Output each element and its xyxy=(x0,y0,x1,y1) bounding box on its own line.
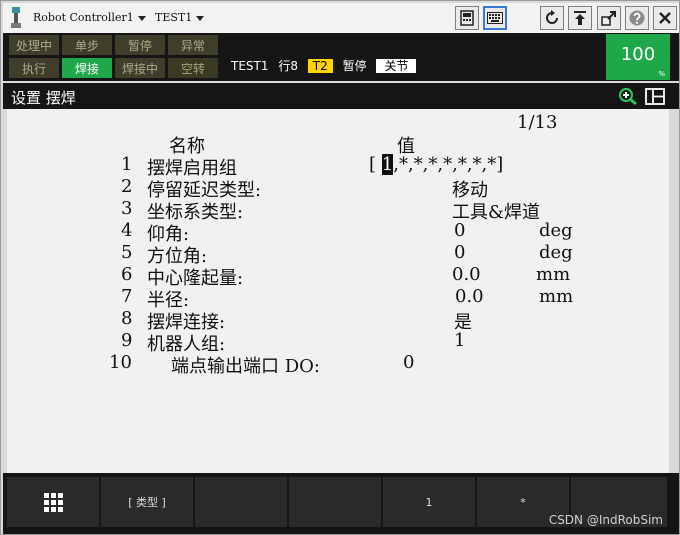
arrow-top-icon xyxy=(574,11,586,25)
led-run: 执行 xyxy=(9,58,59,78)
row-number: 4 xyxy=(121,220,133,241)
status-state: 暂停 xyxy=(342,59,367,73)
f2-button[interactable] xyxy=(195,477,287,527)
pendant-window: Robot Controller1 TEST1 处理中 单步 暂停 异常 执行 … xyxy=(0,0,680,535)
screen-title: 设置 摆焊 xyxy=(11,89,76,107)
row-value[interactable]: 0.0 xyxy=(452,264,481,285)
row-value[interactable]: 0 xyxy=(403,352,414,373)
watermark: CSDN @IndRobSim xyxy=(548,513,663,527)
teach-pendant-icon xyxy=(460,10,474,26)
window-arrow-icon xyxy=(601,11,616,26)
row-unit: deg xyxy=(539,220,573,241)
row-number: 8 xyxy=(121,308,133,329)
chevron-down-icon xyxy=(137,15,146,21)
row-value[interactable]: 0 xyxy=(454,220,465,241)
status-program: TEST1 xyxy=(231,59,269,73)
page-indicator: 1/13 xyxy=(517,112,558,133)
f1-type-button[interactable]: [ 类型 ] xyxy=(101,477,193,527)
chevron-down-icon xyxy=(196,15,205,21)
led-dry-run: 空转 xyxy=(168,58,218,78)
status-panel: 处理中 单步 暂停 异常 执行 焊接 焊接中 空转 TEST1 行8 T2 暂停… xyxy=(3,33,679,81)
group-mask-value[interactable]: [ 1,*,*,*,*,*,*,*] xyxy=(369,154,503,175)
led-welding: 焊接中 xyxy=(115,58,165,78)
led-busy: 处理中 xyxy=(9,35,59,55)
f3-button[interactable] xyxy=(289,477,381,527)
led-hold: 暂停 xyxy=(115,35,165,55)
group-mask-rest: ,*,*,*,*,*,*,* xyxy=(393,154,497,175)
title-bar: Robot Controller1 TEST1 xyxy=(3,3,679,33)
row-unit: mm xyxy=(539,286,574,307)
value-cursor[interactable]: 1 xyxy=(381,154,394,175)
row-number: 10 xyxy=(109,352,132,373)
row-number: 2 xyxy=(121,176,133,197)
led-fault: 异常 xyxy=(168,35,218,55)
controller-name: Robot Controller1 xyxy=(33,11,134,24)
row-number: 7 xyxy=(121,286,133,307)
keyboard-button[interactable] xyxy=(483,6,507,30)
move-to-top-button[interactable] xyxy=(568,6,592,30)
row-number: 9 xyxy=(121,330,133,351)
split-window-icon[interactable] xyxy=(645,88,665,105)
led-weld-enabled: 焊接 xyxy=(62,58,112,78)
row-number: 1 xyxy=(121,154,133,175)
status-line-number: 行8 xyxy=(278,59,298,73)
row-value[interactable]: 0 xyxy=(454,242,465,263)
detach-window-button[interactable] xyxy=(597,6,621,30)
teach-pendant-button[interactable] xyxy=(455,6,479,30)
robot-controller-icon xyxy=(11,7,21,28)
row-number: 6 xyxy=(121,264,133,285)
row-label: 端点输出端口 DO: xyxy=(171,356,320,377)
close-icon xyxy=(659,12,671,24)
grid-menu-icon xyxy=(43,492,63,512)
row-unit: deg xyxy=(539,242,573,263)
speed-override[interactable]: 100 % xyxy=(606,34,670,80)
rotate-button[interactable] xyxy=(540,6,564,30)
row-value[interactable]: 1 xyxy=(454,330,465,351)
led-step: 单步 xyxy=(62,35,112,55)
close-button[interactable] xyxy=(653,6,677,30)
mode-badge: T2 xyxy=(307,59,333,73)
bracket-open: [ xyxy=(369,154,377,175)
status-line: TEST1 行8 T2 暂停 关节 xyxy=(231,57,422,74)
program-selector[interactable]: TEST1 xyxy=(155,11,205,24)
rotate-icon xyxy=(546,10,558,24)
row-number: 5 xyxy=(121,242,133,263)
override-unit: % xyxy=(658,70,665,78)
zoom-in-icon[interactable] xyxy=(618,87,638,105)
setup-weave-list: 1/13 名称 值 1 摆焊启用组 [ 1,*,*,*,*,*,*,*] 2 停… xyxy=(7,109,669,473)
row-unit: mm xyxy=(536,264,571,285)
bracket-close: ] xyxy=(496,154,504,175)
keyboard-icon xyxy=(487,12,503,24)
controller-selector[interactable]: Robot Controller1 xyxy=(33,11,146,24)
menu-grid-button[interactable] xyxy=(7,477,99,527)
help-icon xyxy=(629,10,645,26)
screen-header: 设置 摆焊 xyxy=(3,83,679,109)
override-value: 100 xyxy=(620,44,656,65)
f4-one-button[interactable]: 1 xyxy=(383,477,475,527)
coordinate-badge: 关节 xyxy=(376,59,417,73)
help-button[interactable] xyxy=(625,6,649,30)
program-name: TEST1 xyxy=(155,11,193,24)
row-value[interactable]: 0.0 xyxy=(455,286,484,307)
row-number: 3 xyxy=(121,198,133,219)
